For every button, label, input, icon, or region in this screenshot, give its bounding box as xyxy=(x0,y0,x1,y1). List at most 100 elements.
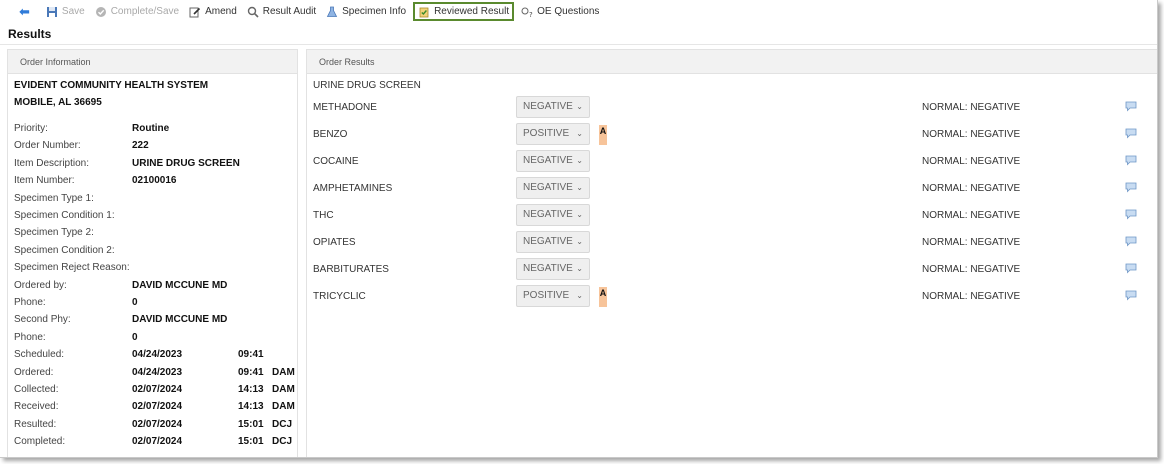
field-label: Phone: xyxy=(14,331,46,343)
result-audit-button[interactable]: Result Audit xyxy=(244,2,319,21)
field-value: 02/07/2024 xyxy=(132,418,183,430)
result-select[interactable]: POSITIVE ⌄ xyxy=(516,123,590,145)
field-label: Priority: xyxy=(14,123,48,134)
order-info-row: Specimen Type 2: xyxy=(14,227,296,241)
chevron-down-icon: ⌄ xyxy=(576,264,583,273)
chevron-down-icon: ⌄ xyxy=(576,129,583,138)
comment-icon[interactable] xyxy=(1125,100,1137,112)
field-label: Ordered by: xyxy=(14,279,67,291)
comment-icon[interactable] xyxy=(1125,127,1137,139)
normal-range: NORMAL: NEGATIVE xyxy=(922,183,1021,194)
field-label: Specimen Condition 2: xyxy=(14,244,115,256)
comment-icon[interactable] xyxy=(1125,289,1137,301)
order-info-row: Specimen Type 1: xyxy=(14,193,296,207)
reviewed-result-button[interactable]: Reviewed Result xyxy=(413,2,515,21)
field-time: 09:41 xyxy=(238,349,264,361)
field-value: Routine xyxy=(132,123,170,134)
amend-button[interactable]: Amend xyxy=(186,2,240,21)
svg-text:?: ? xyxy=(529,11,533,18)
flask-icon xyxy=(326,6,338,18)
reviewed-clipboard-icon xyxy=(418,6,430,18)
normal-range: NORMAL: NEGATIVE xyxy=(922,291,1021,302)
result-row: AMPHETAMINES NEGATIVE ⌄ NORMAL: NEGATIVE xyxy=(307,177,1157,203)
normal-range: NORMAL: NEGATIVE xyxy=(922,237,1021,248)
result-row: THC NEGATIVE ⌄ NORMAL: NEGATIVE xyxy=(307,204,1157,230)
field-label: Resulted: xyxy=(14,418,57,430)
specimen-info-button[interactable]: Specimen Info xyxy=(323,2,409,21)
title-divider xyxy=(0,44,1157,45)
field-label: Specimen Condition 1: xyxy=(14,210,115,221)
order-info-row: Second Phy: DAVID MCCUNE MD xyxy=(14,314,296,328)
result-select[interactable]: NEGATIVE ⌄ xyxy=(516,150,590,172)
field-value: 0 xyxy=(132,297,138,308)
field-value: 02/07/2024 xyxy=(132,436,183,448)
amend-label: Amend xyxy=(205,6,237,17)
chevron-down-icon: ⌄ xyxy=(576,102,583,111)
oe-questions-button[interactable]: ? OE Questions xyxy=(518,2,602,21)
chevron-down-icon: ⌄ xyxy=(576,237,583,246)
normal-range: NORMAL: NEGATIVE xyxy=(922,210,1021,221)
toolbar: ⬅ Save Complete/Save Amend Result Audit xyxy=(0,0,1157,23)
comment-icon[interactable] xyxy=(1125,154,1137,166)
order-info-row: Received: 02/07/2024 14:13 DAM xyxy=(14,401,296,415)
result-select[interactable]: POSITIVE ⌄ xyxy=(516,285,590,307)
field-time: 09:41 xyxy=(238,366,264,378)
check-circle-icon xyxy=(95,6,107,18)
order-info-row: Phone: 0 xyxy=(14,297,296,311)
edit-pencil-icon xyxy=(189,6,201,18)
field-label: Specimen Reject Reason: xyxy=(14,262,130,274)
field-value: 04/24/2023 xyxy=(132,349,183,361)
order-info-row: Item Description: URINE DRUG SCREEN xyxy=(14,158,296,172)
order-information-panel: Order Information EVIDENT COMMUNITY HEAL… xyxy=(7,49,298,457)
result-select[interactable]: NEGATIVE ⌄ xyxy=(516,231,590,253)
reviewed-result-label: Reviewed Result xyxy=(434,6,510,17)
field-user: DAM xyxy=(272,366,295,378)
complete-save-button[interactable]: Complete/Save xyxy=(92,2,182,21)
chevron-down-icon: ⌄ xyxy=(576,291,583,300)
result-select[interactable]: NEGATIVE ⌄ xyxy=(516,204,590,226)
result-select[interactable]: NEGATIVE ⌄ xyxy=(516,177,590,199)
back-arrow-icon[interactable]: ⬅ xyxy=(16,2,33,21)
field-value: 02/07/2024 xyxy=(132,384,183,395)
order-info-row: Completed: 02/07/2024 15:01 DCJ xyxy=(14,436,296,450)
comment-icon[interactable] xyxy=(1125,262,1137,274)
chevron-down-icon: ⌄ xyxy=(576,156,583,165)
order-info-row: Item Number: 02100016 xyxy=(14,175,296,189)
result-select[interactable]: NEGATIVE ⌄ xyxy=(516,258,590,280)
field-value: 222 xyxy=(132,140,149,152)
abnormal-flag: A xyxy=(599,287,607,307)
order-info-row: Ordered by: DAVID MCCUNE MD xyxy=(14,280,296,294)
facility-name: EVIDENT COMMUNITY HEALTH SYSTEM xyxy=(14,80,209,91)
result-select-value: NEGATIVE xyxy=(523,182,573,193)
results-window: ⬅ Save Complete/Save Amend Result Audit xyxy=(0,0,1158,458)
field-label: Item Number: xyxy=(14,175,75,187)
result-row: BENZO POSITIVE ⌄ A NORMAL: NEGATIVE xyxy=(307,123,1157,149)
order-info-row: Ordered: 04/24/2023 09:41 DAM xyxy=(14,367,296,381)
field-time: 15:01 xyxy=(238,418,264,430)
result-select-value: NEGATIVE xyxy=(523,263,573,274)
facility-city: MOBILE, AL 36695 xyxy=(14,97,102,108)
abnormal-flag: A xyxy=(599,125,607,145)
test-name: AMPHETAMINES xyxy=(313,183,393,194)
order-info-row: Scheduled: 04/24/2023 09:41 xyxy=(14,349,296,363)
result-select[interactable]: NEGATIVE ⌄ xyxy=(516,96,590,118)
result-row: BARBITURATES NEGATIVE ⌄ NORMAL: NEGATIVE xyxy=(307,258,1157,284)
comment-icon[interactable] xyxy=(1125,235,1137,247)
field-label: Specimen Type 1: xyxy=(14,192,94,204)
field-user: DCJ xyxy=(272,418,293,430)
field-time: 14:13 xyxy=(238,384,264,395)
order-info-row: Priority: Routine xyxy=(14,123,296,137)
test-name: BENZO xyxy=(313,129,348,140)
test-name: TRICYCLIC xyxy=(313,291,366,302)
comment-icon[interactable] xyxy=(1125,208,1137,220)
order-results-header: Order Results xyxy=(307,50,1157,74)
field-time: 15:01 xyxy=(238,436,264,448)
save-button[interactable]: Save xyxy=(43,2,88,21)
comment-icon[interactable] xyxy=(1125,181,1137,193)
result-select-value: NEGATIVE xyxy=(523,155,573,166)
oe-questions-label: OE Questions xyxy=(537,6,600,17)
field-value: 02100016 xyxy=(132,175,177,187)
order-info-row: Order Number: 222 xyxy=(14,140,296,154)
field-value: DAVID MCCUNE MD xyxy=(132,314,228,326)
result-row: METHADONE NEGATIVE ⌄ NORMAL: NEGATIVE xyxy=(307,96,1157,122)
